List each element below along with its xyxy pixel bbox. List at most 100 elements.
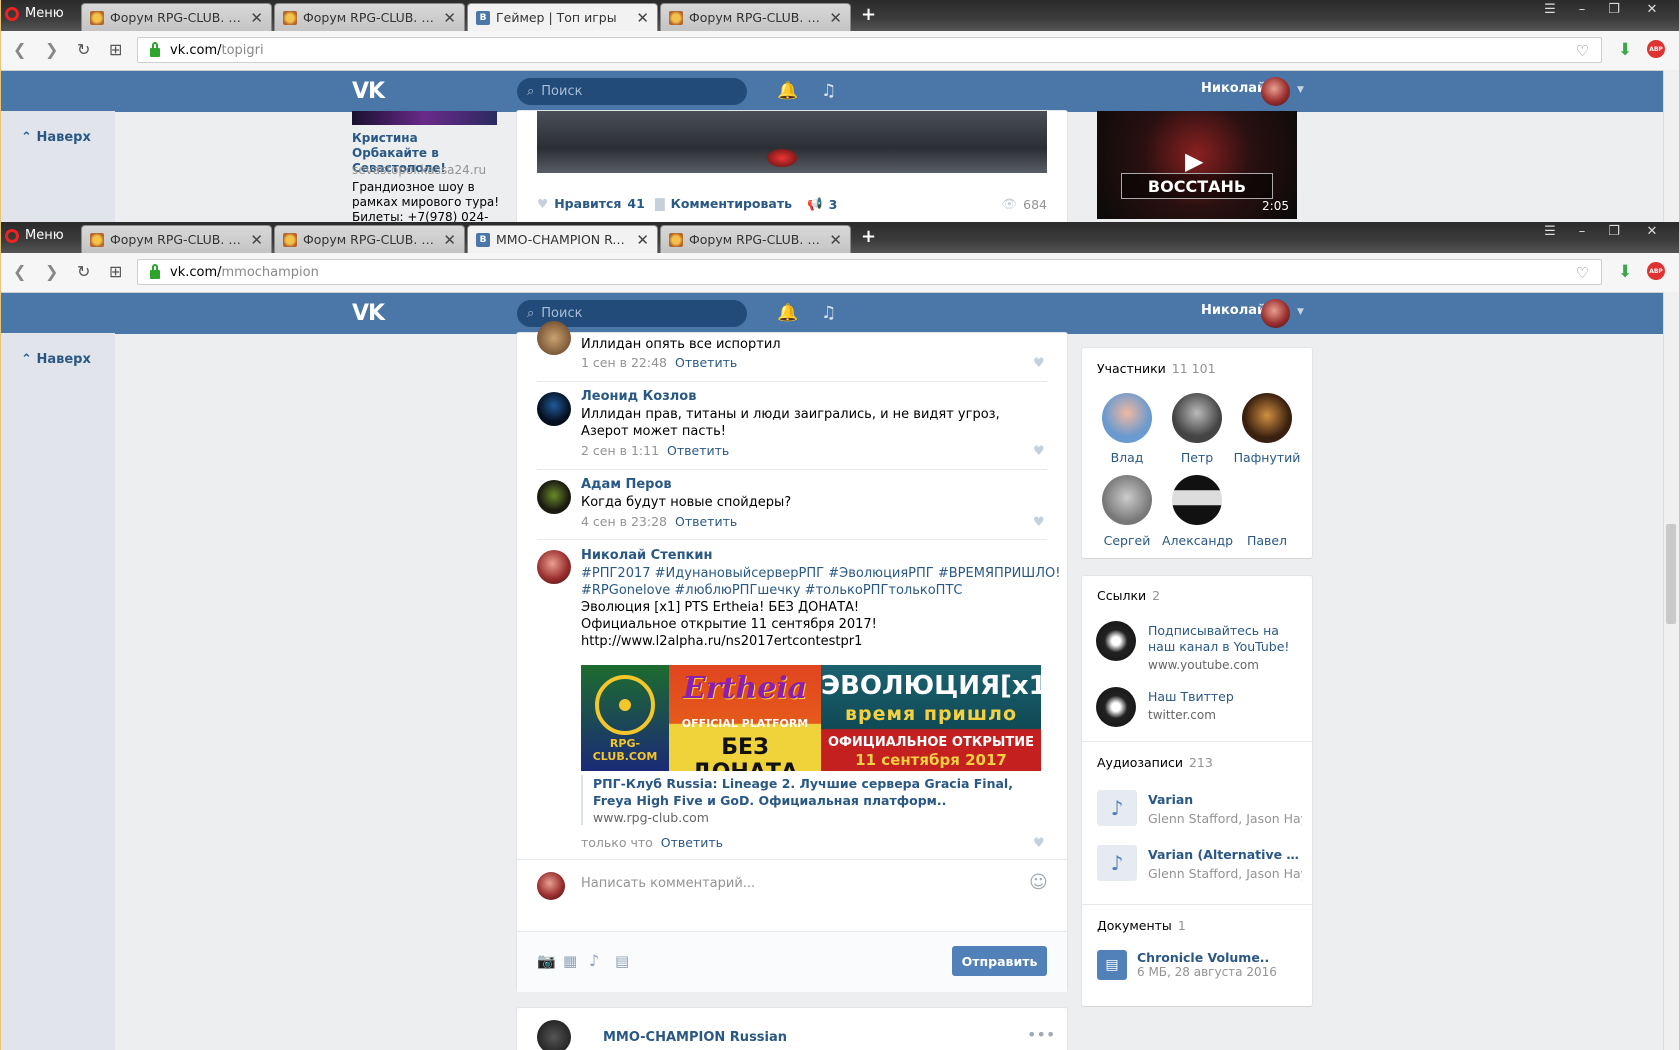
close-window-icon[interactable]: ✕ xyxy=(1631,0,1673,18)
reload-icon[interactable]: ↻ xyxy=(77,40,90,59)
member-name[interactable]: Павел xyxy=(1232,533,1302,548)
back-icon[interactable]: ❮ xyxy=(13,40,26,59)
member-avatar[interactable] xyxy=(1102,475,1152,525)
member-avatar[interactable] xyxy=(1172,475,1222,525)
tab[interactable]: Форум RPG-CLUB. Тема: Эволюция ✕ xyxy=(660,3,851,31)
reload-icon[interactable]: ↻ xyxy=(77,262,90,281)
members-title[interactable]: Участники 11 101 xyxy=(1097,361,1216,376)
reply-button[interactable]: Ответить xyxy=(661,835,723,850)
comment-input[interactable]: Написать комментарий... xyxy=(581,876,755,891)
chevron-down-icon[interactable]: ▼ xyxy=(1297,85,1304,95)
comment-author[interactable]: Николай Степкин xyxy=(581,548,712,563)
comment-date[interactable]: 1 сен в 22:48 xyxy=(581,355,667,370)
more-options-icon[interactable]: ••• xyxy=(1027,1025,1055,1044)
music-note-icon[interactable]: ♪ xyxy=(589,951,599,970)
video-icon[interactable]: ▦ xyxy=(563,952,577,970)
avatar[interactable] xyxy=(537,480,571,514)
close-tab-icon[interactable]: ✕ xyxy=(443,231,456,249)
comment-date[interactable]: только что xyxy=(581,835,653,850)
reply-button[interactable]: Ответить xyxy=(675,355,737,370)
adblock-extension-icon[interactable]: ABP xyxy=(1647,40,1665,58)
bell-icon[interactable]: 🔔 xyxy=(777,303,798,323)
comment-date[interactable]: 2 сен в 1:11 xyxy=(581,443,659,458)
tab[interactable]: Форум RPG-CLUB. Тема: Эволюция ✕ xyxy=(81,225,272,253)
close-tab-icon[interactable]: ✕ xyxy=(636,9,649,27)
bookmark-heart-icon[interactable]: ♡ xyxy=(1576,264,1589,282)
download-extension-icon[interactable]: ⬇ xyxy=(1618,40,1632,60)
link-avatar[interactable] xyxy=(1096,687,1136,727)
new-tab-icon[interactable]: + xyxy=(861,4,876,25)
member-avatar[interactable] xyxy=(1242,393,1292,443)
links-title[interactable]: Ссылки 2 xyxy=(1097,588,1160,603)
docs-title[interactable]: Документы 1 xyxy=(1097,918,1186,933)
new-tab-icon[interactable]: + xyxy=(861,226,876,247)
tab[interactable]: Форум RPG-CLUB. Тема: Эволюция ✕ xyxy=(81,3,272,31)
tab[interactable]: Форум RPG-CLUB. Тема: Эволюция ✕ xyxy=(274,3,465,31)
minimize-icon[interactable]: – xyxy=(1567,0,1597,18)
avatar[interactable] xyxy=(537,392,571,426)
close-window-icon[interactable]: ✕ xyxy=(1631,222,1673,240)
track-artist[interactable]: Glenn Stafford, Jason Hayes xyxy=(1148,811,1302,826)
back-icon[interactable]: ❮ xyxy=(13,262,26,281)
link-title[interactable]: Подписывайтесь на наш канал в YouTube! xyxy=(1148,623,1308,655)
scroll-to-top-button[interactable]: ⌃ Наверх xyxy=(21,130,91,145)
post-author[interactable]: MMO-CHAMPION Russian xyxy=(603,1030,787,1045)
video-thumbnail[interactable]: ▶ ВОССТАНЬ 2:05 xyxy=(1097,111,1297,219)
reply-button[interactable]: Ответить xyxy=(675,514,737,529)
avatar[interactable] xyxy=(537,321,571,355)
hashtags-line[interactable]: #RPGonelove #люблюРПГшечку #толькоРПГтол… xyxy=(581,582,962,599)
member-name[interactable]: Петр xyxy=(1162,450,1232,465)
document-icon[interactable]: ▤ xyxy=(615,952,629,970)
scrollbar-thumb[interactable] xyxy=(1666,524,1676,624)
close-tab-icon[interactable]: ✕ xyxy=(250,9,263,27)
member-name[interactable]: Сергей xyxy=(1092,533,1162,548)
promo-banner-image[interactable]: RPG-CLUB.COM Ertheia OFFICIAL PLATFORM БЕЗ… xyxy=(581,665,1041,771)
play-icon[interactable]: ▶ xyxy=(1185,147,1203,175)
tab-menu-icon[interactable]: ☰ xyxy=(1535,222,1565,240)
link-snippet[interactable]: РПГ-Клуб Russia: Lineage 2. Лучшие серве… xyxy=(581,775,1041,825)
like-button[interactable]: ♥ Нравится 41 xyxy=(537,196,645,211)
scrollbar[interactable] xyxy=(1663,70,1679,222)
opera-menu-button[interactable]: Меню xyxy=(5,6,64,21)
track-title[interactable]: Varian xyxy=(1148,792,1193,807)
close-tab-icon[interactable]: ✕ xyxy=(636,231,649,249)
play-track-icon[interactable]: ♪ xyxy=(1097,790,1137,826)
minimize-icon[interactable]: – xyxy=(1567,222,1597,240)
close-tab-icon[interactable]: ✕ xyxy=(443,9,456,27)
vk-logo-icon[interactable]: VK xyxy=(352,301,385,326)
tab[interactable]: Форум RPG-CLUB. Тема: Эволюция ✕ xyxy=(660,225,851,253)
hashtags-line[interactable]: #РПГ2017 #ИдунановыйсерверРПГ #ЭволюцияР… xyxy=(581,565,1060,582)
forward-icon[interactable]: ❯ xyxy=(45,262,58,281)
snippet-title[interactable]: РПГ-Клуб Russia: Lineage 2. Лучшие серве… xyxy=(593,775,1041,809)
avatar[interactable] xyxy=(537,550,571,584)
send-button[interactable]: Отправить xyxy=(952,946,1047,976)
link-avatar[interactable] xyxy=(1096,621,1136,661)
scroll-to-top-button[interactable]: ⌃ Наверх xyxy=(21,352,91,367)
tab-active[interactable]: B MMO-CHAMPION Russian ✕ xyxy=(467,225,658,253)
audio-title[interactable]: Аудиозаписи 213 xyxy=(1097,755,1213,770)
tab-menu-icon[interactable]: ☰ xyxy=(1535,0,1565,18)
forward-icon[interactable]: ❯ xyxy=(45,40,58,59)
user-name[interactable]: Николай xyxy=(1201,303,1266,318)
tab-active[interactable]: B Геймер | Топ игры ✕ xyxy=(467,3,658,31)
ad-domain[interactable]: sevastopol.kassa24.ru xyxy=(352,163,486,177)
close-tab-icon[interactable]: ✕ xyxy=(250,231,263,249)
adblock-extension-icon[interactable]: ABP xyxy=(1647,262,1665,280)
url-input[interactable]: vk.com/mmochampion ♡ xyxy=(137,259,1602,285)
opera-menu-button[interactable]: Меню xyxy=(5,228,64,243)
music-icon[interactable]: ♫ xyxy=(821,303,836,323)
search-input[interactable]: ⌕ Поиск xyxy=(517,78,747,105)
member-avatar[interactable] xyxy=(1102,393,1152,443)
ad-image[interactable] xyxy=(352,111,497,125)
download-extension-icon[interactable]: ⬇ xyxy=(1618,262,1632,282)
avatar[interactable] xyxy=(1261,299,1290,328)
avatar[interactable] xyxy=(537,1020,571,1050)
member-name[interactable]: Влад xyxy=(1092,450,1162,465)
member-name[interactable]: Александр xyxy=(1162,533,1233,548)
bookmark-heart-icon[interactable]: ♡ xyxy=(1576,42,1589,60)
close-tab-icon[interactable]: ✕ xyxy=(829,231,842,249)
speed-dial-icon[interactable]: ⊞ xyxy=(109,40,122,59)
doc-title[interactable]: Chronicle Volume.. xyxy=(1137,950,1269,965)
url-input[interactable]: vk.com/topigri ♡ xyxy=(137,37,1602,63)
comment-author[interactable]: Леонид Козлов xyxy=(581,389,696,404)
